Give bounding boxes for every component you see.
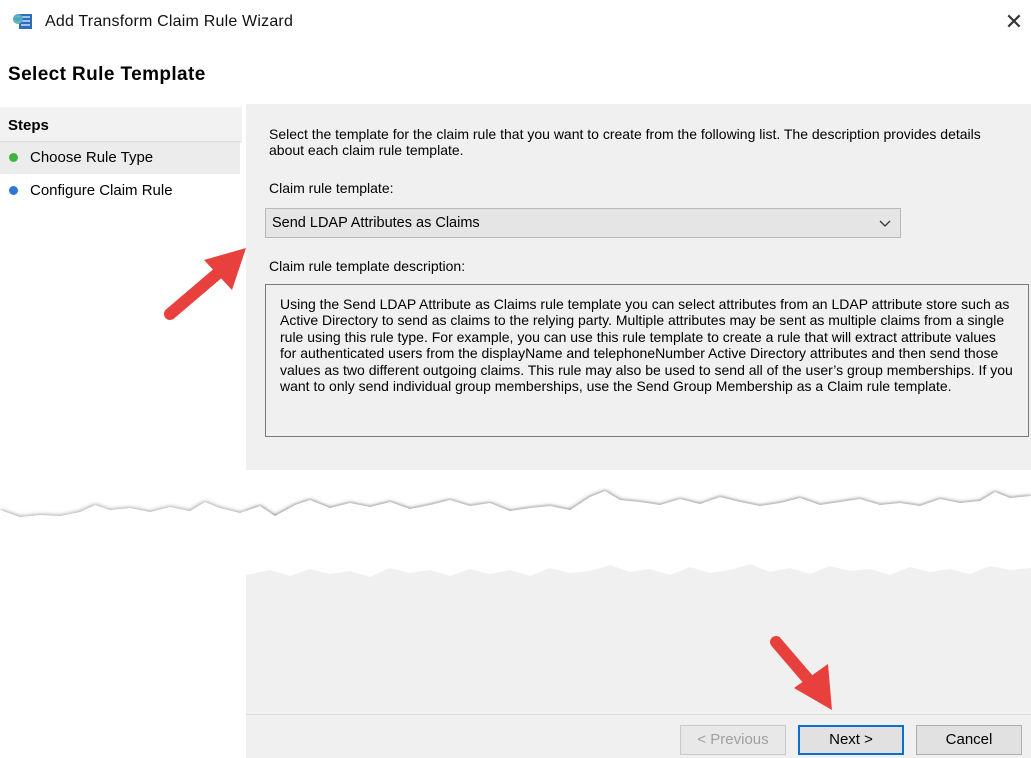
step-configure-claim-rule[interactable]: Configure Claim Rule — [0, 175, 240, 207]
template-label: Claim rule template: — [269, 180, 394, 196]
template-select[interactable]: Send LDAP Attributes as Claims — [265, 208, 901, 238]
annotation-arrow-icon — [770, 636, 832, 710]
template-select-value: Send LDAP Attributes as Claims — [272, 215, 480, 231]
cancel-button[interactable]: Cancel — [916, 725, 1022, 755]
step-label: Configure Claim Rule — [30, 182, 173, 199]
chevron-down-icon[interactable] — [878, 217, 892, 229]
step-status-dot-icon — [9, 153, 18, 162]
step-status-dot-icon — [9, 186, 18, 195]
torn-edge-divider — [0, 470, 1031, 600]
wizard-footer: < Previous Next > Cancel — [246, 714, 1031, 758]
window-title: Add Transform Claim Rule Wizard — [45, 13, 294, 30]
next-button[interactable]: Next > — [798, 725, 904, 755]
steps-header-label: Steps — [8, 117, 49, 134]
template-description-text: Using the Send LDAP Attribute as Claims … — [280, 296, 1013, 395]
page-title: Select Rule Template — [8, 64, 206, 85]
content-pane: Select the template for the claim rule t… — [246, 104, 1031, 714]
step-label: Choose Rule Type — [30, 149, 154, 166]
steps-pane: Steps Choose Rule Type Configure Claim R… — [0, 104, 244, 758]
close-icon[interactable]: ✕ — [997, 6, 1031, 38]
title-bar: Add Transform Claim Rule Wizard ✕ — [0, 0, 1031, 44]
template-description-box: Using the Send LDAP Attribute as Claims … — [265, 284, 1029, 437]
annotation-arrow-icon — [164, 248, 246, 320]
steps-header: Steps — [0, 107, 242, 142]
intro-text: Select the template for the claim rule t… — [269, 126, 981, 158]
step-choose-rule-type[interactable]: Choose Rule Type — [0, 142, 240, 174]
adfs-app-icon — [12, 11, 34, 33]
description-label: Claim rule template description: — [269, 258, 466, 274]
previous-button[interactable]: < Previous — [680, 725, 786, 755]
